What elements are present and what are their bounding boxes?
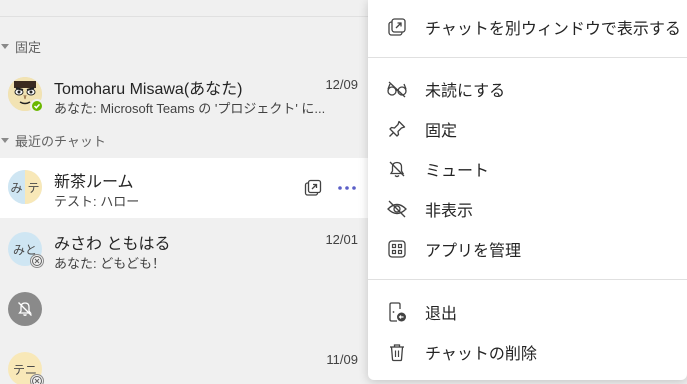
menu-item-delete-chat[interactable]: チャットの削除 (368, 332, 687, 372)
unread-glasses-icon (386, 78, 408, 100)
menu-item-leave[interactable]: 退出 (368, 292, 687, 332)
chat-item-tomoharu[interactable]: Tomoharu Misawa(あなた) あなた: Microsoft Team… (0, 65, 368, 125)
avatar: テニ (8, 352, 44, 384)
trash-icon (386, 341, 408, 363)
avatar (8, 292, 42, 326)
menu-item-mute[interactable]: ミュート (368, 149, 687, 189)
menu-item-mark-unread[interactable]: 未読にする (368, 69, 687, 109)
caret-down-icon (1, 43, 9, 49)
menu-item-label: ミュート (425, 163, 490, 180)
section-header-recent[interactable]: 最近のチャット (0, 130, 106, 150)
menu-divider (368, 57, 687, 58)
leave-icon (386, 301, 408, 323)
chat-item-shincha-room[interactable]: み テ 新茶ルーム テスト: ハロー (0, 158, 368, 218)
apps-grid-icon (386, 238, 408, 260)
group-avatar: み テ (8, 170, 42, 204)
popout-icon (386, 16, 408, 38)
section-label: 最近のチャット (15, 133, 106, 149)
menu-item-manage-apps[interactable]: アプリを管理 (368, 229, 687, 269)
chat-preview: テスト: ハロー (54, 194, 140, 209)
menu-item-label: 固定 (425, 123, 458, 140)
caret-down-icon (1, 137, 9, 143)
bell-off-icon (18, 302, 32, 316)
chat-context-menu: チャットを別ウィンドウで表示する 未読にする 固定 ミュート 非表示 アプリを管… (368, 0, 687, 380)
menu-item-label: アプリを管理 (425, 243, 522, 260)
chat-preview: あなた: どもども！ (54, 256, 165, 271)
pin-icon (386, 118, 408, 140)
avatar (8, 77, 44, 113)
chat-date: 11/09 (326, 352, 358, 367)
chat-name: みさわ ともはる (54, 236, 171, 253)
chat-list: 固定 Tomoharu Misawa(あなた) あなた: Microsoft T… (0, 0, 368, 384)
popout-button[interactable] (301, 176, 325, 200)
section-header-pinned[interactable]: 固定 (0, 36, 41, 56)
divider (0, 16, 368, 17)
chat-name: Tomoharu Misawa(あなた) (54, 81, 243, 98)
menu-item-label: チャットの削除 (425, 346, 537, 363)
avatar: みと (8, 232, 44, 268)
bell-off-icon (386, 158, 408, 180)
avatar-part: み (8, 170, 25, 204)
menu-item-label: 未読にする (425, 83, 506, 100)
menu-item-label: 非表示 (425, 203, 474, 220)
status-offline-icon (30, 374, 44, 384)
chat-item-teni[interactable]: テニ 11/09 (0, 340, 368, 384)
chat-preview: あなた: Microsoft Teams の 'プロジェクト' に... (54, 101, 326, 116)
menu-item-label: 退出 (425, 306, 458, 323)
status-available-icon (30, 99, 44, 113)
chat-date: 12/01 (325, 232, 358, 247)
menu-item-hide[interactable]: 非表示 (368, 189, 687, 229)
eye-off-icon (386, 198, 408, 220)
menu-item-pin[interactable]: 固定 (368, 109, 687, 149)
menu-divider (368, 279, 687, 280)
chat-date: 12/09 (325, 77, 358, 92)
menu-item-popout[interactable]: チャットを別ウィンドウで表示する (368, 7, 687, 47)
status-offline-icon (30, 254, 44, 268)
popout-icon (304, 179, 322, 196)
chat-name: 新茶ルーム (54, 174, 134, 191)
section-label: 固定 (15, 39, 42, 55)
more-options-button[interactable] (335, 176, 359, 200)
chat-item-misawa[interactable]: みと みさわ ともはる あなた: どもども！ 12/01 (0, 220, 368, 280)
avatar-part: テ (25, 170, 42, 204)
chat-item-muted[interactable] (0, 280, 368, 340)
menu-item-label: チャットを別ウィンドウで表示する (425, 21, 681, 38)
more-options-icon (338, 186, 356, 190)
